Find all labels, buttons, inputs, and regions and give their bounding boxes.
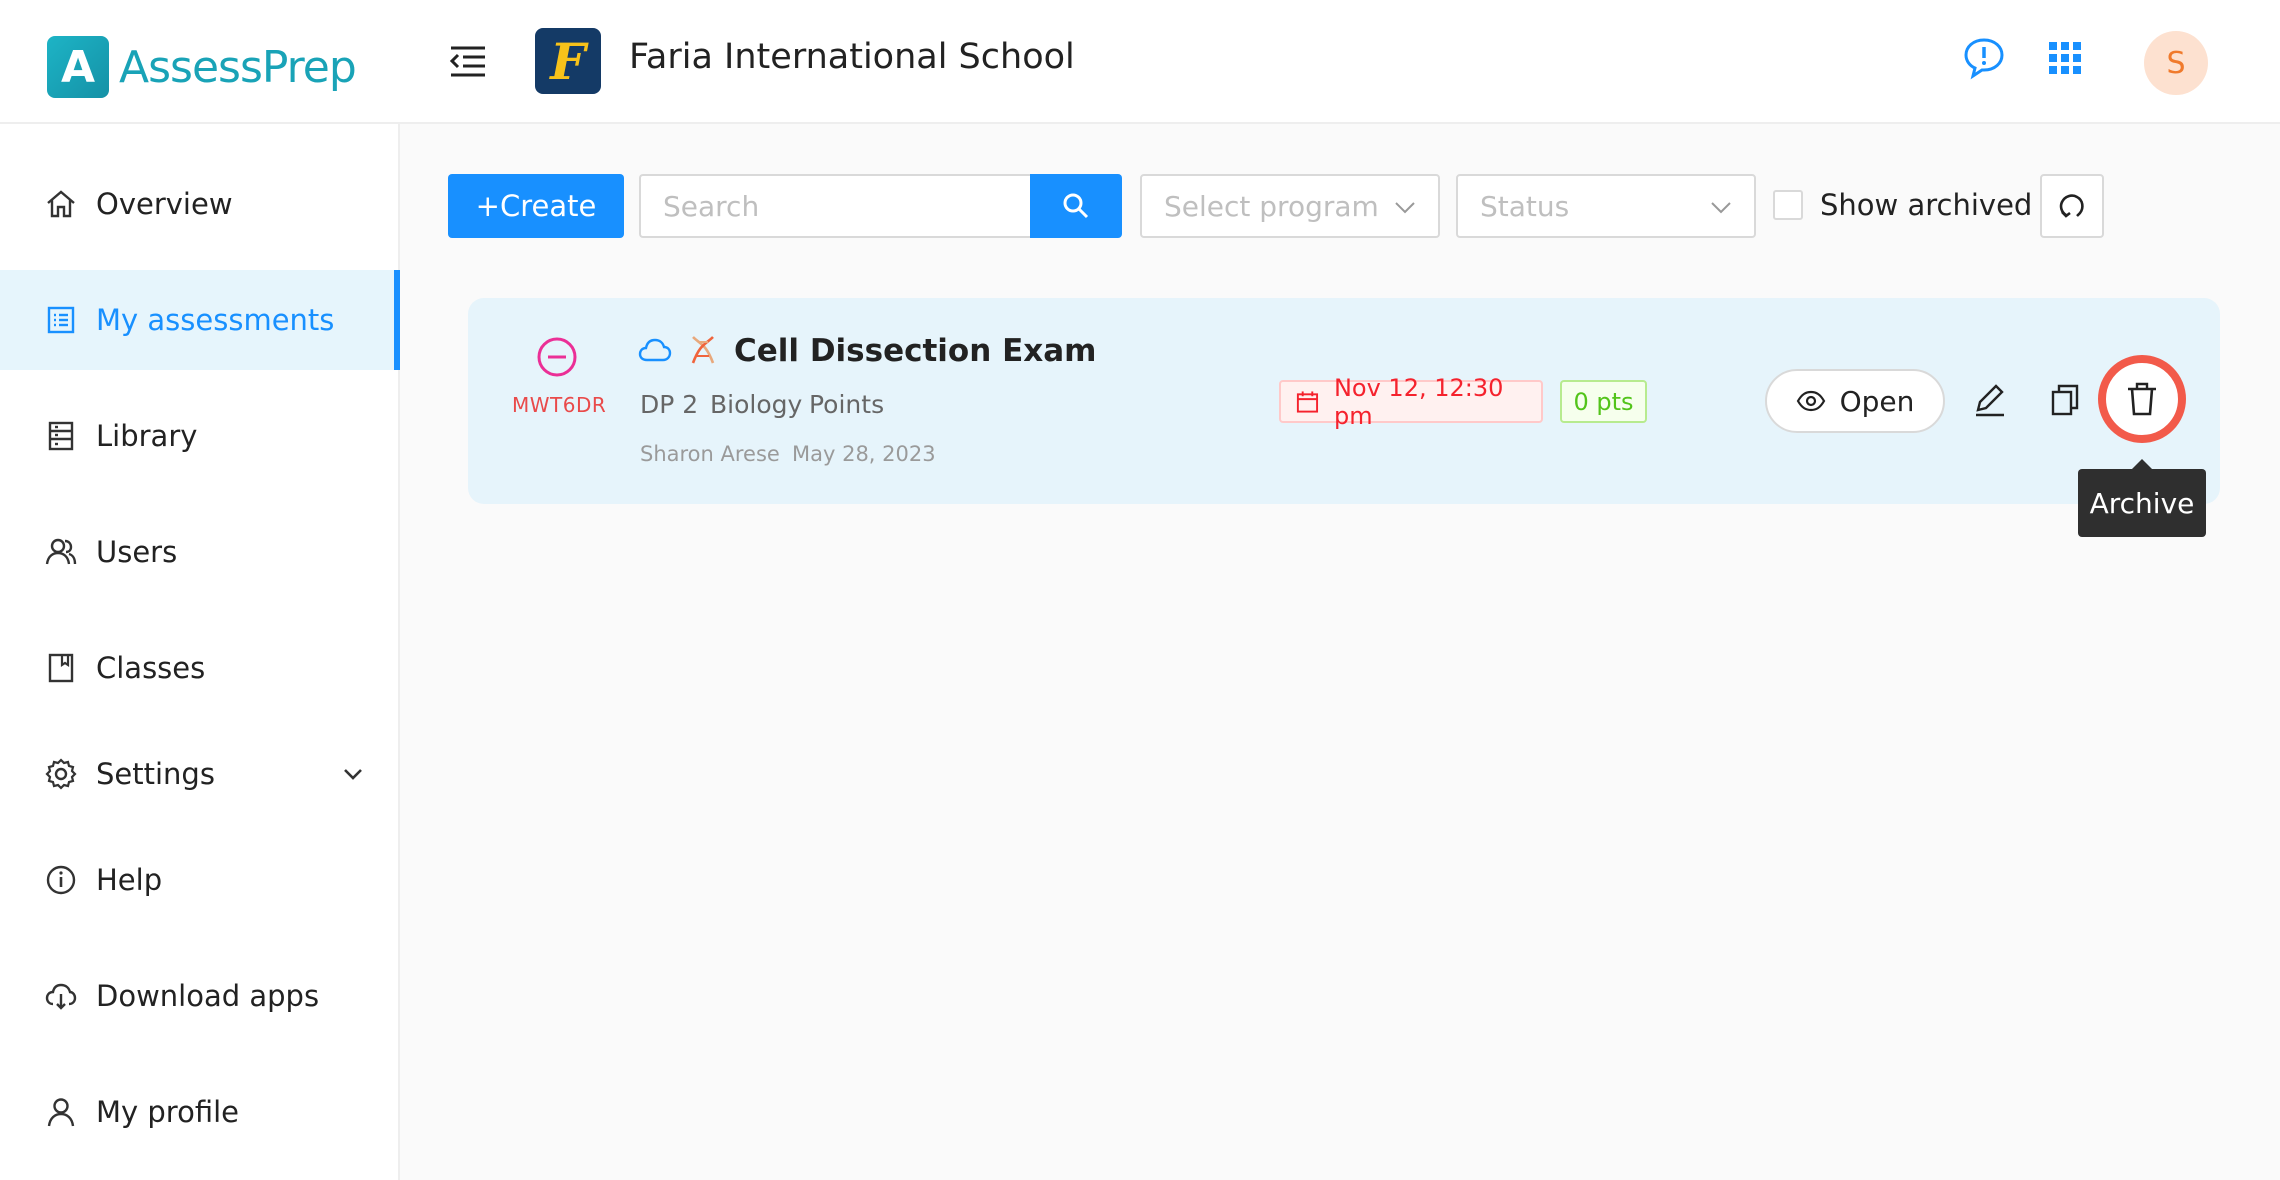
- trash-icon: [2128, 382, 2156, 416]
- school-logo: F: [535, 28, 601, 94]
- sidebar-item-label: Overview: [96, 187, 233, 221]
- assessment-subject: Biology: [710, 390, 803, 419]
- assessment-author: Sharon Arese: [640, 442, 780, 466]
- school-name: Faria International School: [629, 37, 1075, 77]
- refresh-icon: [2059, 194, 2084, 218]
- logo-mark: A: [47, 36, 109, 98]
- sidebar-item-download-apps[interactable]: Download apps: [0, 946, 400, 1046]
- feedback-icon[interactable]: [1962, 36, 2006, 80]
- points-badge: 0 pts: [1560, 380, 1647, 423]
- dna-icon: [691, 336, 715, 364]
- assessment-code: MWT6DR: [512, 393, 607, 417]
- calendar-icon: [1296, 390, 1319, 413]
- sidebar: Overview My assessments Library Users Cl…: [0, 124, 400, 1180]
- school-logo-letter: F: [550, 31, 586, 91]
- sidebar-item-my-profile[interactable]: My profile: [0, 1062, 400, 1162]
- cloud-icon: [638, 338, 672, 362]
- archive-tooltip: Archive: [2078, 459, 2206, 537]
- sidebar-item-label: Download apps: [96, 979, 320, 1013]
- library-icon: [48, 421, 74, 451]
- status-select[interactable]: Status: [1456, 174, 1756, 238]
- sidebar-item-settings[interactable]: Settings: [0, 724, 400, 824]
- duplicate-icon[interactable]: [2047, 382, 2083, 418]
- sidebar-item-users[interactable]: Users: [0, 502, 400, 602]
- user-icon: [47, 1098, 75, 1127]
- sidebar-item-help[interactable]: Help: [0, 830, 400, 930]
- refresh-button[interactable]: [2040, 174, 2104, 238]
- assessment-grading-type: Points: [809, 390, 885, 419]
- menu-collapse-icon[interactable]: [447, 40, 489, 82]
- book-icon: [48, 653, 74, 683]
- sidebar-item-label: Settings: [96, 757, 215, 791]
- sidebar-item-label: My profile: [96, 1095, 240, 1129]
- gear-icon: [45, 758, 77, 790]
- open-button-label: Open: [1839, 384, 1915, 418]
- edit-icon[interactable]: [1972, 382, 2008, 418]
- due-date-badge: Nov 12, 12:30 pm: [1279, 374, 1543, 430]
- show-archived-label[interactable]: Show archived: [1820, 188, 2032, 222]
- info-icon: [46, 865, 76, 895]
- cloud-download-icon: [45, 983, 77, 1010]
- show-archived-checkbox[interactable]: [1773, 190, 1803, 220]
- sidebar-item-classes[interactable]: Classes: [0, 618, 400, 718]
- sidebar-item-label: Classes: [96, 651, 206, 685]
- program-select[interactable]: Select program: [1140, 174, 1440, 238]
- chevron-down-icon: [1395, 202, 1415, 214]
- program-select-placeholder: Select program: [1164, 189, 1379, 223]
- search-icon: [1063, 193, 1089, 219]
- due-date-text: Nov 12, 12:30 pm: [1333, 373, 1504, 430]
- top-header: A AssessPrep F Faria International Schoo…: [0, 0, 2280, 124]
- logo-text: AssessPrep: [119, 41, 357, 93]
- list-icon: [47, 306, 75, 334]
- app-logo[interactable]: A AssessPrep: [47, 36, 357, 98]
- archive-button[interactable]: [2098, 355, 2186, 443]
- user-avatar[interactable]: S: [2144, 31, 2208, 95]
- sidebar-item-library[interactable]: Library: [0, 386, 400, 486]
- minus-circle-icon: [537, 337, 577, 377]
- sidebar-item-overview[interactable]: Overview: [0, 154, 400, 254]
- chevron-down-icon: [1711, 202, 1731, 214]
- eye-icon: [1796, 390, 1825, 412]
- sidebar-item-label: Library: [96, 419, 198, 453]
- create-button[interactable]: +Create: [448, 174, 624, 238]
- users-icon: [45, 538, 77, 565]
- assessment-title[interactable]: Cell Dissection Exam: [734, 333, 1096, 369]
- apps-grid-icon[interactable]: [2043, 36, 2087, 80]
- open-button[interactable]: Open: [1765, 369, 1945, 433]
- assessment-grade: DP 2: [640, 390, 699, 419]
- home-icon: [47, 190, 75, 218]
- sidebar-item-my-assessments[interactable]: My assessments: [0, 270, 400, 370]
- search-input[interactable]: [639, 174, 1031, 238]
- sidebar-item-label: Help: [96, 863, 163, 897]
- sidebar-item-label: My assessments: [96, 303, 335, 337]
- chevron-down-icon: [344, 769, 362, 780]
- search-button[interactable]: [1030, 174, 1122, 238]
- sidebar-item-label: Users: [96, 535, 178, 569]
- status-select-placeholder: Status: [1480, 189, 1570, 223]
- assessment-created-date: May 28, 2023: [792, 442, 936, 466]
